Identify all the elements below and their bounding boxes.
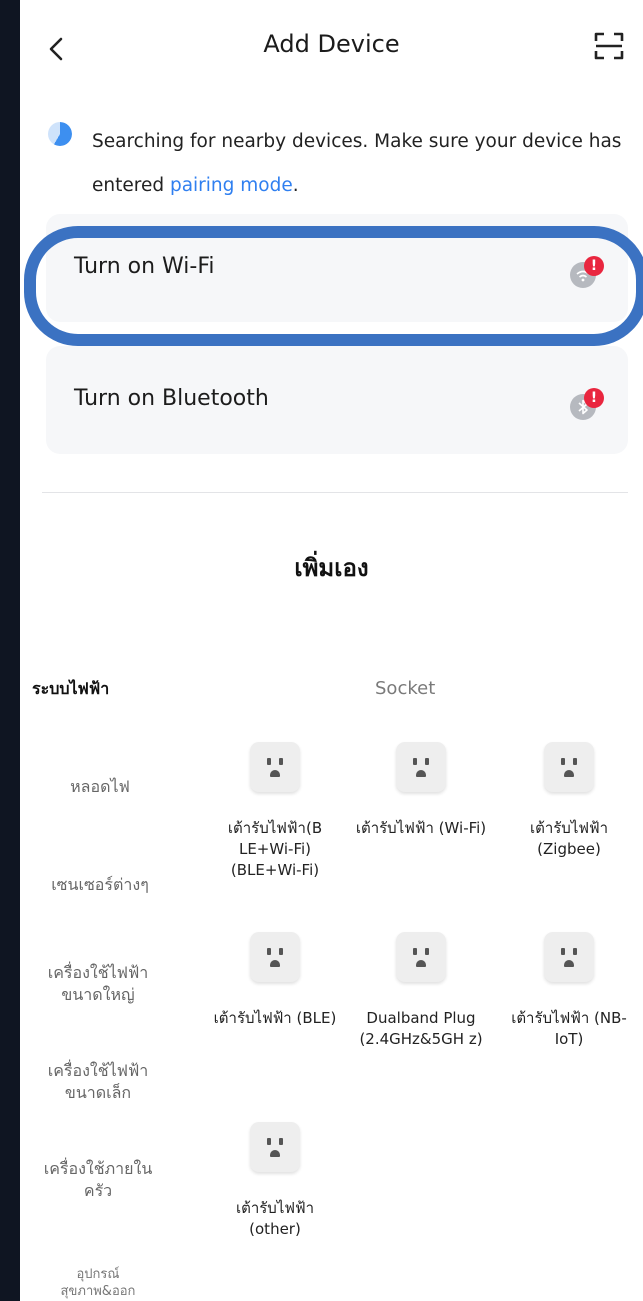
socket-icon [250, 1122, 300, 1172]
device-tile[interactable]: Dualband Plug (2.4GHz&5GH z) [354, 932, 488, 1050]
socket-icon [396, 742, 446, 792]
sidebar-item-small-appliances[interactable]: เครื่องใช้ไฟฟ้า ขนาดเล็ก [26, 1060, 170, 1104]
sidebar-item-electrical[interactable]: ระบบไฟฟ้า [20, 678, 182, 700]
device-name: Dualband Plug (2.4GHz&5GH z) [359, 1009, 483, 1048]
divider [42, 492, 628, 493]
searching-spinner-icon [48, 122, 72, 146]
alert-badge-icon: ! [584, 388, 604, 408]
socket-icon [250, 742, 300, 792]
device-name: เต้ารับไฟฟ้า(B LE+Wi-Fi) (BLE+Wi-Fi) [227, 819, 323, 879]
device-tile[interactable]: เต้ารับไฟฟ้า (NB-IoT) [502, 932, 636, 1050]
device-name: เต้ารับไฟฟ้า (Zigbee) [529, 819, 609, 858]
device-tile[interactable]: เต้ารับไฟฟ้า (other) [208, 1122, 342, 1240]
device-tile[interactable]: เต้ารับไฟฟ้า(B LE+Wi-Fi) (BLE+Wi-Fi) [208, 742, 342, 881]
manual-add-title: เพิ่มเอง [294, 554, 369, 582]
socket-icon [396, 932, 446, 982]
device-tile[interactable]: เต้ารับไฟฟ้า (Wi-Fi) [354, 742, 488, 839]
bluetooth-card-label: Turn on Bluetooth [74, 386, 269, 411]
sidebar-item-sensors[interactable]: เซนเซอร์ต่างๆ [20, 874, 180, 896]
device-name: เต้ารับไฟฟ้า (Wi-Fi) [355, 819, 487, 837]
scan-icon[interactable] [593, 30, 625, 62]
device-name: เต้ารับไฟฟ้า (NB-IoT) [511, 1009, 627, 1048]
socket-icon [250, 932, 300, 982]
sidebar-item-kitchen[interactable]: เครื่องใช้ภายใน ครัว [32, 1158, 164, 1202]
page-title: Add Device [263, 30, 400, 58]
turn-on-bluetooth-card[interactable]: Turn on Bluetooth ! [46, 346, 628, 454]
bluetooth-status-icon: ! [570, 388, 604, 420]
socket-icon [544, 932, 594, 982]
socket-icon [544, 742, 594, 792]
wifi-highlight-outline [24, 226, 643, 346]
add-device-screen: Add Device Searching for nearby devices.… [20, 0, 643, 1301]
search-suffix: . [292, 175, 299, 196]
sidebar-item-bulbs[interactable]: หลอดไฟ [20, 776, 180, 798]
sidebar-item-health[interactable]: อุปกรณ์ สุขภาพ&ออกกำลัง... [42, 1266, 154, 1301]
device-tile[interactable]: เต้ารับไฟฟ้า (Zigbee) [502, 742, 636, 860]
pairing-mode-link[interactable]: pairing mode [170, 175, 293, 196]
device-name: เต้ารับไฟฟ้า (BLE) [213, 1009, 337, 1027]
category-header: Socket [375, 678, 436, 699]
search-status-text: Searching for nearby devices. Make sure … [92, 120, 632, 208]
device-name: เต้ารับไฟฟ้า (other) [235, 1199, 315, 1238]
sidebar-item-large-appliances[interactable]: เครื่องใช้ไฟฟ้า ขนาดใหญ่ [26, 962, 170, 1006]
device-tile[interactable]: เต้ารับไฟฟ้า (BLE) [208, 932, 342, 1029]
